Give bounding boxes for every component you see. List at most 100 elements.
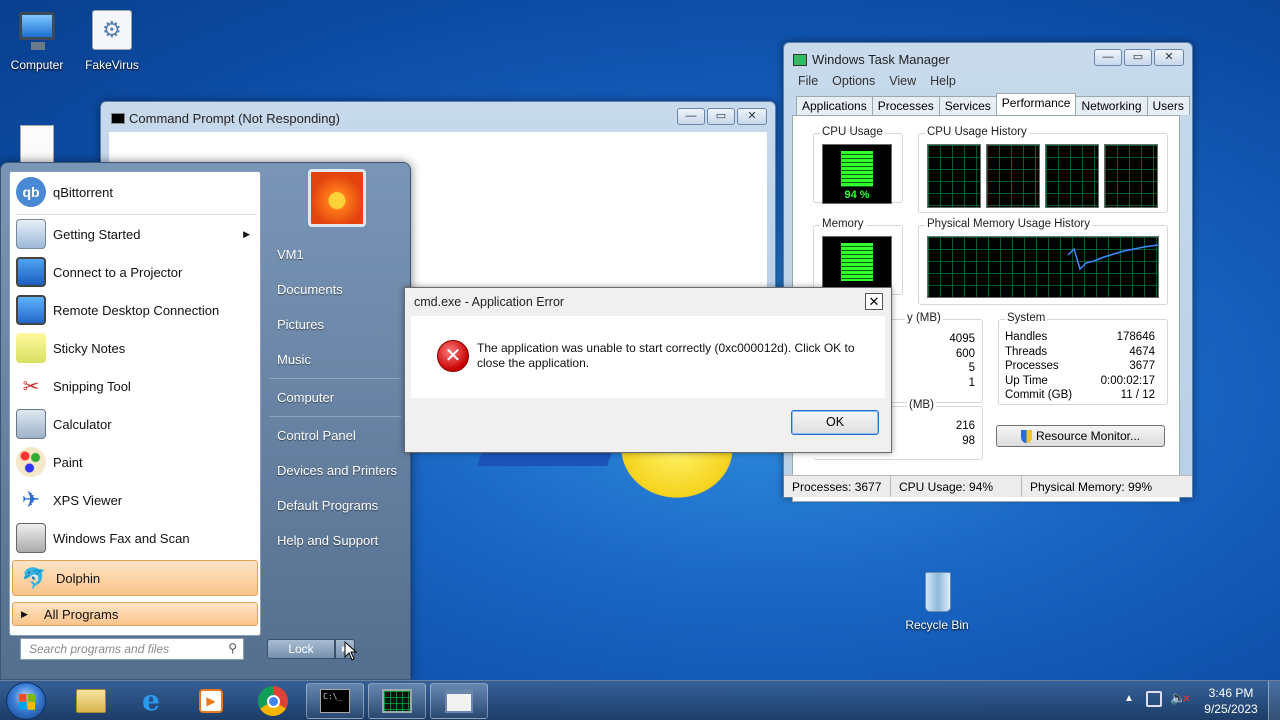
tab-performance[interactable]: Performance	[995, 93, 1077, 115]
tab-networking[interactable]: Networking	[1075, 96, 1148, 115]
desktop-icon-fakevirus[interactable]: ⚙ FakeVirus	[72, 10, 152, 72]
cmd-icon	[111, 113, 125, 124]
minimize-button[interactable]: —	[677, 108, 705, 125]
physical-memory-history-label: Physical Memory Usage History	[925, 218, 1092, 230]
status-processes: Processes: 3677	[784, 476, 891, 497]
paint-icon	[16, 447, 46, 477]
close-button[interactable]: ✕	[737, 108, 767, 125]
dialog-close-button[interactable]: ✕	[865, 293, 883, 310]
program-item[interactable]: Getting Started ▶	[10, 216, 260, 252]
phys-mem-free: 1	[968, 376, 975, 389]
application-error-dialog[interactable]: cmd.exe - Application Error ✕ ✕ The appl…	[404, 287, 892, 453]
program-item[interactable]: ✂ Snipping Tool	[10, 368, 260, 404]
start-search-input[interactable]: Search programs and files ⚲	[20, 638, 244, 660]
sticky-notes-icon	[16, 333, 46, 363]
start-right-control-panel[interactable]: Control Panel	[277, 428, 356, 443]
close-button[interactable]: ✕	[1154, 49, 1184, 66]
menu-file[interactable]: File	[798, 74, 818, 88]
program-item[interactable]: Connect to a Projector	[10, 254, 260, 290]
maximize-button[interactable]: ▭	[707, 108, 735, 125]
fax-scan-icon	[16, 523, 46, 553]
task-manager-icon	[793, 54, 807, 66]
program-item[interactable]: Windows Fax and Scan	[10, 520, 260, 556]
system-label: System	[1005, 312, 1048, 324]
lock-button-label: Lock	[288, 642, 314, 656]
lock-button[interactable]: Lock	[267, 639, 335, 659]
tab-users[interactable]: Users	[1146, 96, 1190, 115]
system-row-processes: Processes 3677	[1005, 360, 1155, 372]
program-item[interactable]: qb qBittorrent	[10, 174, 260, 210]
program-item[interactable]: Remote Desktop Connection	[10, 292, 260, 328]
start-right-devices-printers[interactable]: Devices and Printers	[277, 463, 397, 478]
program-item-highlighted[interactable]: 🐬 Dolphin	[12, 560, 258, 596]
taskbar-ie-button[interactable]: e	[122, 683, 180, 719]
task-manager-status-bar: Processes: 3677 CPU Usage: 94% Physical …	[784, 475, 1192, 497]
volume-muted-icon[interactable]: 🔈✕	[1170, 690, 1191, 706]
task-manager-title: Windows Task Manager	[812, 52, 950, 67]
program-item[interactable]: Calculator	[10, 406, 260, 442]
taskbar-chrome-button[interactable]	[244, 683, 302, 719]
clock[interactable]: 3:46 PM 9/25/2023	[1196, 685, 1266, 717]
start-right-documents[interactable]: Documents	[277, 282, 343, 297]
start-right-computer[interactable]: Computer	[277, 390, 334, 405]
internet-explorer-icon: e	[142, 684, 160, 717]
user-avatar[interactable]	[308, 169, 366, 227]
document-icon[interactable]	[20, 125, 54, 165]
window-app-icon	[445, 689, 473, 713]
start-right-default-programs[interactable]: Default Programs	[277, 498, 378, 513]
start-right-vm1[interactable]: VM1	[277, 247, 304, 262]
taskbar-media-player-button[interactable]: ▶	[182, 683, 240, 719]
clock-date: 9/25/2023	[1204, 702, 1258, 716]
error-message: The application was unable to start corr…	[477, 341, 855, 370]
kernel-paged: 216	[955, 420, 975, 432]
memory-label: Memory	[820, 218, 866, 230]
program-item[interactable]: Paint	[10, 444, 260, 480]
menu-view[interactable]: View	[889, 74, 916, 88]
start-right-music[interactable]: Music	[277, 352, 311, 367]
ok-button[interactable]: OK	[791, 410, 879, 435]
computer-icon	[13, 10, 61, 54]
cpu-history-label: CPU Usage History	[925, 126, 1029, 138]
desktop-icon-computer[interactable]: Computer	[0, 10, 77, 72]
snipping-tool-icon: ✂	[22, 375, 40, 398]
system-row-uptime: Up Time 0:00:02:17	[1005, 374, 1155, 387]
minimize-button[interactable]: —	[1094, 49, 1122, 66]
desktop-icon-recycle-bin[interactable]: Recycle Bin	[897, 570, 977, 632]
menu-help[interactable]: Help	[930, 74, 956, 88]
error-icon: ✕	[437, 340, 469, 372]
program-item[interactable]: ✈ XPS Viewer	[10, 482, 260, 518]
tab-applications[interactable]: Applications	[796, 96, 873, 115]
cpu-history-graph-2	[986, 144, 1040, 208]
all-programs-button[interactable]: ▶ All Programs	[12, 602, 258, 626]
desktop-icon-label: FakeVirus	[85, 58, 139, 72]
menu-options[interactable]: Options	[832, 74, 875, 88]
start-button[interactable]	[6, 682, 46, 720]
show-desktop-button[interactable]	[1268, 681, 1280, 720]
start-right-help-support[interactable]: Help and Support	[277, 533, 378, 548]
network-icon[interactable]	[1146, 691, 1162, 707]
maximize-button[interactable]: ▭	[1124, 49, 1152, 66]
dialog-title: cmd.exe - Application Error	[414, 295, 565, 309]
desktop-icon-label: Recycle Bin	[905, 618, 969, 632]
start-right-pictures[interactable]: Pictures	[277, 317, 324, 332]
kernel-nonpaged: 98	[962, 434, 975, 447]
tab-processes[interactable]: Processes	[871, 96, 940, 115]
taskbar-explorer-button[interactable]	[62, 683, 120, 719]
cpu-usage-label: CPU Usage	[820, 126, 885, 138]
program-item[interactable]: Sticky Notes	[10, 330, 260, 366]
taskbar-fakevirus-button[interactable]	[430, 683, 488, 719]
task-manager-icon	[382, 689, 412, 713]
cpu-history-graph-1	[927, 144, 981, 208]
status-cpu: CPU Usage: 94%	[891, 476, 1022, 497]
resource-monitor-button[interactable]: Resource Monitor...	[996, 425, 1165, 447]
taskbar-task-manager-button[interactable]	[368, 683, 426, 719]
start-menu-programs-panel: qb qBittorrent Getting Started ▶ Connect…	[9, 171, 261, 636]
dialog-body: ✕ The application was unable to start co…	[411, 316, 885, 398]
submenu-arrow-icon: ▶	[243, 228, 250, 239]
clock-time: 3:46 PM	[1208, 686, 1254, 700]
tab-services[interactable]: Services	[938, 96, 997, 115]
mouse-cursor-icon	[344, 641, 358, 661]
taskbar-cmd-button[interactable]: C:\_	[306, 683, 364, 719]
start-menu: qb qBittorrent Getting Started ▶ Connect…	[0, 162, 411, 680]
show-hidden-icons-button[interactable]: ▲	[1124, 693, 1134, 704]
